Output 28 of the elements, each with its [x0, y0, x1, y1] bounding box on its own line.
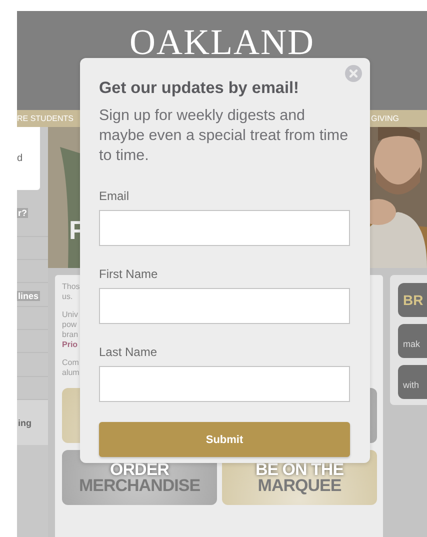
sidebar-link[interactable]: lines — [17, 291, 40, 301]
intro-text: us. — [62, 292, 73, 302]
popup-title: Get our updates by email! — [99, 78, 300, 98]
intro-text: Com — [62, 358, 79, 368]
card-text: d — [17, 153, 23, 164]
side-button[interactable]: with — [398, 365, 427, 399]
input-field[interactable] — [99, 366, 350, 402]
close-icon[interactable] — [345, 65, 362, 82]
intro-text: alum — [62, 368, 80, 378]
side-button[interactable]: mak — [398, 324, 427, 358]
intro-text: Prio — [62, 340, 78, 350]
sidebar-link[interactable]: r? — [17, 208, 28, 218]
sidebar-link[interactable]: ing — [17, 418, 32, 428]
field-label: Last Name — [99, 345, 158, 359]
popup-text: Sign up for weekly digests and maybe even a special treat from time to time. — [99, 106, 350, 166]
intro-text: Univ — [62, 310, 78, 320]
nav-link[interactable]: RE STUDENTS — [17, 114, 74, 123]
field-label: Email — [99, 189, 130, 203]
side-button[interactable]: BR — [398, 283, 427, 317]
intro-text: pow — [62, 320, 77, 330]
input-field[interactable] — [99, 288, 350, 324]
nav-link[interactable]: GIVING — [370, 114, 399, 123]
site-logo[interactable]: OAKLAND — [130, 23, 314, 61]
intro-text: bran — [62, 330, 78, 340]
intro-text: Thos — [62, 282, 80, 292]
field-label: First Name — [99, 267, 159, 281]
input-field[interactable] — [99, 210, 350, 246]
submit-button[interactable]: Submit — [99, 422, 350, 457]
